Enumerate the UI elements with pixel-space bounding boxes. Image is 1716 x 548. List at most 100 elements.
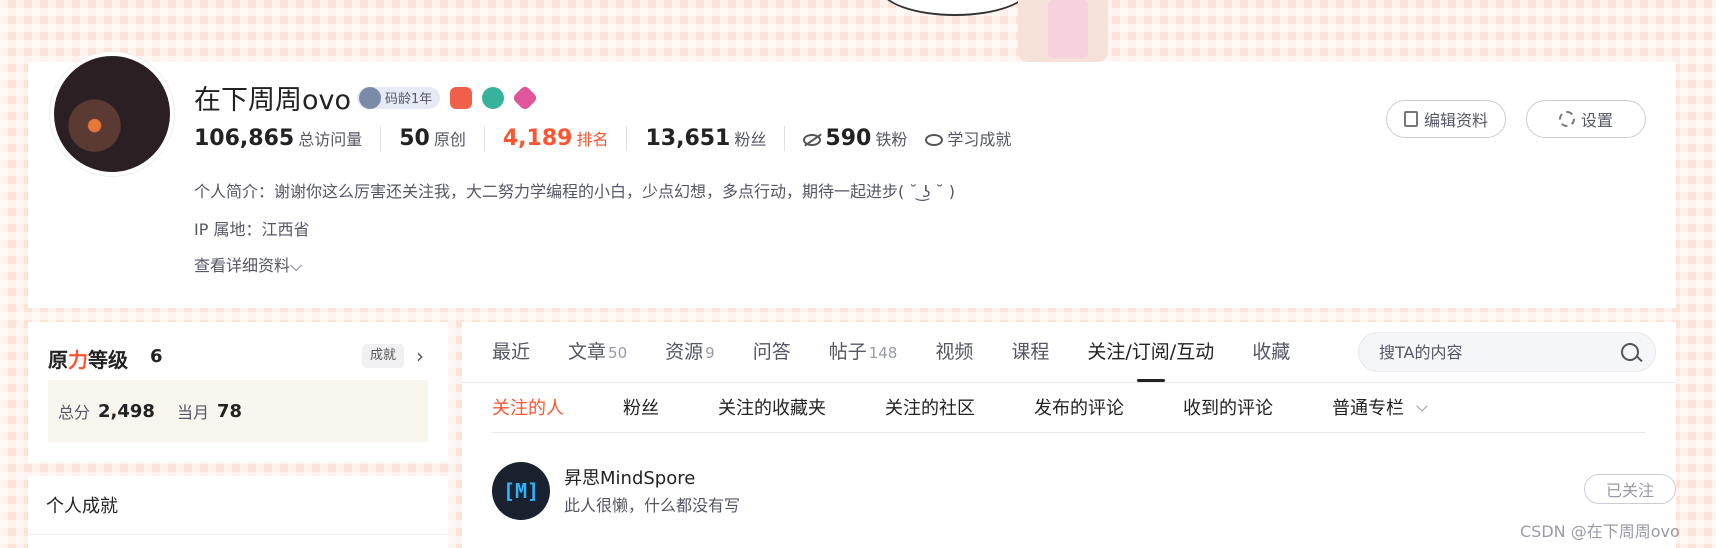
tab-label: 收藏: [1252, 341, 1291, 363]
avatar[interactable]: [M]: [492, 462, 550, 520]
tab-following[interactable]: 关注/订阅/互动: [1087, 322, 1214, 382]
tab-label: 资源: [665, 341, 704, 363]
stat-fans: 13,651 粉丝: [626, 125, 784, 151]
tab-label: 视频: [935, 341, 974, 363]
gear-icon: [1558, 111, 1575, 127]
chevron-down-icon: [1416, 400, 1428, 412]
subtab-posted-comments[interactable]: 发布的评论: [1034, 394, 1124, 420]
content-tabs: 最近 文章 50 资源 9 问答 帖子 148 视频 课程 关注/订阅/互动 收藏: [492, 322, 1328, 382]
username: 在下周周ovo: [194, 85, 352, 116]
tab-label: 文章: [568, 341, 607, 363]
score-box: 总分 2,498 当月 78: [48, 380, 428, 442]
stat-label: 粉丝: [734, 129, 767, 149]
search-input[interactable]: [1379, 342, 1609, 362]
level-card: 原力等级 6 成就 › 总分 2,498 当月 78: [28, 322, 448, 462]
eye-icon: [925, 134, 944, 146]
tab-label: 问答: [752, 341, 791, 363]
sub-tabs: 关注的人 粉丝 关注的收藏夹 关注的社区 发布的评论 收到的评论 普通专栏: [492, 382, 1485, 432]
stat-original: 50 原创: [380, 125, 484, 151]
tab-label: 帖子: [828, 341, 867, 363]
level-title-prefix: 原: [48, 348, 68, 372]
medal-icon-blog-expert[interactable]: [450, 86, 473, 109]
tab-count: 148: [868, 344, 898, 362]
tab-label: 课程: [1011, 341, 1050, 363]
robot-icon: [359, 86, 382, 109]
tab-label: 最近: [492, 341, 531, 363]
personal-achievements-card: 个人成就: [28, 476, 448, 548]
level-title-suffix: 等级: [88, 348, 128, 372]
ip-location: IP 属地：江西省: [194, 220, 310, 239]
code-age-label: 码龄1年: [385, 92, 433, 107]
tab-resources[interactable]: 资源 9: [665, 322, 715, 382]
more-info-label: 查看详细资料: [194, 256, 291, 275]
tab-articles[interactable]: 文章 50: [568, 322, 627, 382]
edit-profile-label: 编辑资料: [1423, 111, 1488, 130]
tab-count: 9: [705, 344, 715, 362]
character-illustration: [1018, 0, 1108, 62]
avatar[interactable]: [50, 52, 174, 176]
subtab-column-dropdown[interactable]: 普通专栏: [1332, 394, 1428, 420]
subtab-fans[interactable]: 粉丝: [623, 394, 659, 420]
subtab-followed-communities[interactable]: 关注的社区: [885, 394, 975, 420]
divider: [492, 432, 1646, 433]
level-title: 原力等级: [48, 344, 128, 373]
learning-achievement-link[interactable]: 学习成就: [925, 126, 1029, 150]
bio: 个人简介：谢谢你这么厉害还关注我，大二努力学编程的小白，少点幻想，多点行动，期待…: [194, 182, 955, 201]
edit-profile-button[interactable]: 编辑资料: [1386, 100, 1506, 138]
tab-favorites[interactable]: 收藏: [1252, 322, 1290, 382]
stat-value: 13,651: [645, 125, 731, 151]
banner-decoration: [880, 0, 1140, 62]
stat-value: 50: [399, 125, 430, 151]
medal-icon-creator[interactable]: [512, 84, 539, 111]
stat-rank: 4,189 排名: [483, 125, 627, 151]
stat-iron-fans: 590 铁粉: [784, 125, 925, 151]
stat-value: 106,865: [194, 125, 295, 151]
followed-button[interactable]: 已关注: [1584, 474, 1676, 504]
personal-achievements-title: 个人成就: [46, 496, 118, 517]
speech-bubble-illustration: [880, 0, 1030, 16]
stat-label: 总访问量: [298, 129, 363, 149]
stat-value: 4,189: [502, 125, 573, 151]
tab-count: 50: [608, 344, 628, 362]
chevron-right-icon[interactable]: ›: [416, 344, 424, 368]
achievements-chip[interactable]: 成就: [362, 344, 405, 368]
follow-name[interactable]: 昇思MindSpore: [564, 464, 695, 490]
month-score-value: 78: [216, 400, 243, 422]
watermark: CSDN @在下周周ovo: [1520, 522, 1680, 541]
level-number: 6: [150, 346, 163, 367]
month-score-label: 当月: [176, 403, 209, 422]
total-score-value: 2,498: [98, 400, 155, 422]
tab-videos[interactable]: 视频: [935, 322, 973, 382]
medal-icon-community[interactable]: [482, 86, 505, 109]
code-age-badge[interactable]: 码龄1年: [357, 86, 441, 109]
achievement-label: 学习成就: [947, 130, 1012, 149]
column-dropdown-label: 普通专栏: [1332, 398, 1404, 419]
edit-doc-icon: [1403, 111, 1418, 127]
main-content: 最近 文章50 资源9 问答 帖子148 视频 课程 关注/订阅/互动 收藏 关…: [462, 322, 1676, 548]
tab-courses[interactable]: 课程: [1011, 322, 1049, 382]
subtab-followed-collections[interactable]: 关注的收藏夹: [718, 394, 826, 420]
stat-label: 排名: [576, 129, 609, 149]
tab-qa[interactable]: 问答: [753, 322, 791, 382]
more-info-link[interactable]: 查看详细资料⌵: [194, 252, 302, 276]
stats-row: 106,865 总访问量 50 原创 4,189 排名 13,651 粉丝 59…: [194, 124, 1029, 152]
list-item[interactable]: [M] 昇思MindSpore 此人很懒，什么都没有写 已关注: [492, 460, 1676, 522]
stat-label: 原创: [433, 129, 466, 149]
tab-posts[interactable]: 帖子 148: [829, 322, 898, 382]
tab-recent[interactable]: 最近: [492, 322, 530, 382]
name-row: 在下周周ovo 码龄1年: [194, 78, 539, 117]
chevron-down-icon: ⌵: [290, 256, 303, 275]
subtab-received-comments[interactable]: 收到的评论: [1183, 394, 1273, 420]
settings-button[interactable]: 设置: [1526, 100, 1646, 138]
tab-label: 关注/订阅/互动: [1087, 341, 1215, 363]
follow-description: 此人很懒，什么都没有写: [564, 496, 741, 515]
total-score-label: 总分: [58, 403, 91, 422]
profile-header: 在下周周ovo 码龄1年 106,865 总访问量 50 原创 4,189 排名…: [28, 52, 1676, 308]
stat-label: 铁粉: [875, 129, 908, 149]
subtab-following-people[interactable]: 关注的人: [492, 394, 564, 420]
search-icon[interactable]: [1621, 343, 1639, 361]
search-box: [1358, 332, 1656, 372]
level-title-highlight: 力: [68, 348, 88, 372]
divider: [28, 534, 448, 535]
stat-value: 590: [825, 125, 872, 151]
